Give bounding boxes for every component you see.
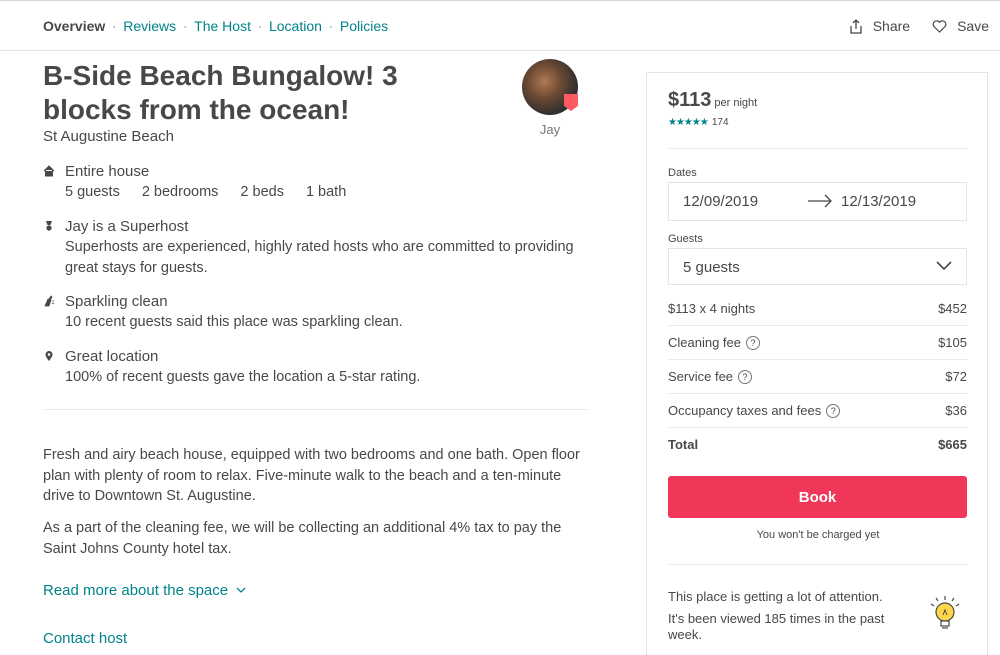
read-more-link[interactable]: Read more about the space xyxy=(43,582,246,599)
listing-title: B-Side Beach Bungalow! 3 blocks from the… xyxy=(43,60,398,125)
read-more-label: Read more about the space xyxy=(43,582,229,599)
feature-title: Great location xyxy=(65,348,159,365)
row-label: Total xyxy=(668,437,699,452)
no-charge-note: You won't be charged yet xyxy=(756,529,880,541)
host-name: Jay xyxy=(539,122,561,137)
contact-host-link[interactable]: Contact host xyxy=(43,630,127,647)
nav-separator: · xyxy=(112,19,117,33)
date-range-picker: 12/09/2019 12/13/2019 xyxy=(668,182,967,221)
row-label: Service fee xyxy=(668,369,734,384)
panel-divider xyxy=(668,393,968,394)
nav-overview[interactable]: Overview xyxy=(43,18,105,34)
chevron-down-icon xyxy=(236,587,246,593)
nav-separator: · xyxy=(257,19,262,33)
host-avatar-block[interactable]: Jay xyxy=(522,59,578,137)
nav-policies[interactable]: Policies xyxy=(340,18,388,34)
nav-reviews[interactable]: Reviews xyxy=(123,18,176,34)
attention-title: This place is getting a lot of attention… xyxy=(668,589,883,604)
share-icon xyxy=(850,18,862,34)
save-button[interactable]: Save xyxy=(932,18,989,34)
share-button[interactable]: Share xyxy=(849,18,910,34)
arrow-right-icon xyxy=(808,194,832,208)
row-value: $36 xyxy=(945,403,967,418)
nightly-price: $113 per night xyxy=(668,89,757,112)
price-amount: $113 xyxy=(668,89,712,111)
avatar[interactable] xyxy=(522,59,578,115)
feature-specs: 5 guests 2 bedrooms 2 beds 1 bath xyxy=(65,182,603,203)
panel-divider xyxy=(668,427,968,428)
heart-icon xyxy=(932,19,947,33)
panel-divider xyxy=(668,325,968,326)
section-nav: Overview · Reviews · The Host · Location… xyxy=(43,18,388,34)
help-icon[interactable]: ? xyxy=(826,403,841,418)
spec-baths: 1 bath xyxy=(305,184,347,200)
dates-label: Dates xyxy=(668,167,697,179)
description-paragraph: As a part of the cleaning fee, we will b… xyxy=(43,520,562,557)
star-rating-icon: ★★★★★ xyxy=(668,117,709,128)
row-label: Occupancy taxes and fees xyxy=(668,403,822,418)
help-icon[interactable]: ? xyxy=(738,369,753,384)
nav-separator: · xyxy=(328,19,333,33)
rating-summary[interactable]: ★★★★★ 174 xyxy=(668,117,729,128)
help-icon[interactable]: ? xyxy=(746,335,760,350)
price-row-nights: $113 x 4 nights $452 xyxy=(668,301,967,316)
price-unit: per night xyxy=(714,97,758,109)
booking-panel: $113 per night ★★★★★ 174 Dates 12/09/2019… xyxy=(646,72,988,655)
save-label: Save xyxy=(957,18,989,34)
location-pin-icon xyxy=(45,351,53,361)
guests-value: 5 guests xyxy=(683,259,740,276)
feature-title: Entire house xyxy=(65,163,150,180)
check-out-input[interactable]: 12/13/2019 xyxy=(841,193,916,210)
feature-superhost: Jay is a Superhost Superhosts are experi… xyxy=(43,217,603,279)
row-value: $665 xyxy=(938,437,967,452)
row-label: $113 x 4 nights xyxy=(668,301,756,316)
feature-entire-house: Entire house 5 guests 2 bedrooms 2 beds … xyxy=(43,162,603,203)
price-row-service: Service fee? $72 xyxy=(668,369,967,384)
feature-title: Sparkling clean xyxy=(65,293,168,310)
price-row-total: Total $665 xyxy=(668,437,967,452)
feature-description: Superhosts are experienced, highly rated… xyxy=(65,239,574,276)
share-label: Share xyxy=(872,18,911,34)
book-button[interactable]: Book xyxy=(668,476,967,518)
row-label: Cleaning fee xyxy=(668,335,741,350)
description-paragraph: Fresh and airy beach house, equipped wit… xyxy=(43,447,580,504)
guests-label: Guests xyxy=(668,233,703,245)
nav-separator: · xyxy=(183,19,188,33)
feature-great-location: Great location 100% of recent guests gav… xyxy=(43,347,603,388)
superhost-badge-icon xyxy=(564,94,578,111)
row-value: $105 xyxy=(938,335,967,350)
price-row-taxes: Occupancy taxes and fees? $36 xyxy=(668,403,967,418)
panel-divider xyxy=(668,359,968,360)
nav-the-host[interactable]: The Host xyxy=(194,18,251,34)
row-value: $452 xyxy=(938,301,967,316)
listing-actions: Share Save xyxy=(827,18,989,34)
price-row-cleaning: Cleaning fee? $105 xyxy=(668,335,967,350)
feature-description: 10 recent guests said this place was spa… xyxy=(65,314,403,330)
chevron-down-icon xyxy=(936,261,952,271)
listing-city: St Augustine Beach xyxy=(43,128,174,145)
guests-select[interactable]: 5 guests xyxy=(668,248,967,285)
feature-description: 100% of recent guests gave the location … xyxy=(65,369,421,385)
spec-beds: 2 beds xyxy=(240,184,284,200)
spec-guests: 5 guests xyxy=(65,184,120,200)
spec-bedrooms: 2 bedrooms xyxy=(141,184,219,200)
cleaning-icon xyxy=(44,295,55,307)
review-count: 174 xyxy=(711,117,729,128)
feature-title: Jay is a Superhost xyxy=(65,218,189,235)
check-in-input[interactable]: 12/09/2019 xyxy=(683,193,758,210)
panel-divider xyxy=(668,148,968,149)
panel-divider xyxy=(668,564,968,565)
nav-location[interactable]: Location xyxy=(269,18,322,34)
attention-description: It's been viewed 185 times in the past w… xyxy=(668,611,885,642)
lightbulb-icon xyxy=(930,596,960,629)
section-divider xyxy=(43,409,588,410)
top-nav-bar: Overview · Reviews · The Host · Location… xyxy=(0,0,1000,51)
row-value: $72 xyxy=(945,369,967,384)
medal-icon xyxy=(46,221,52,231)
feature-sparkling-clean: Sparkling clean 10 recent guests said th… xyxy=(43,292,603,333)
house-icon xyxy=(43,165,55,177)
